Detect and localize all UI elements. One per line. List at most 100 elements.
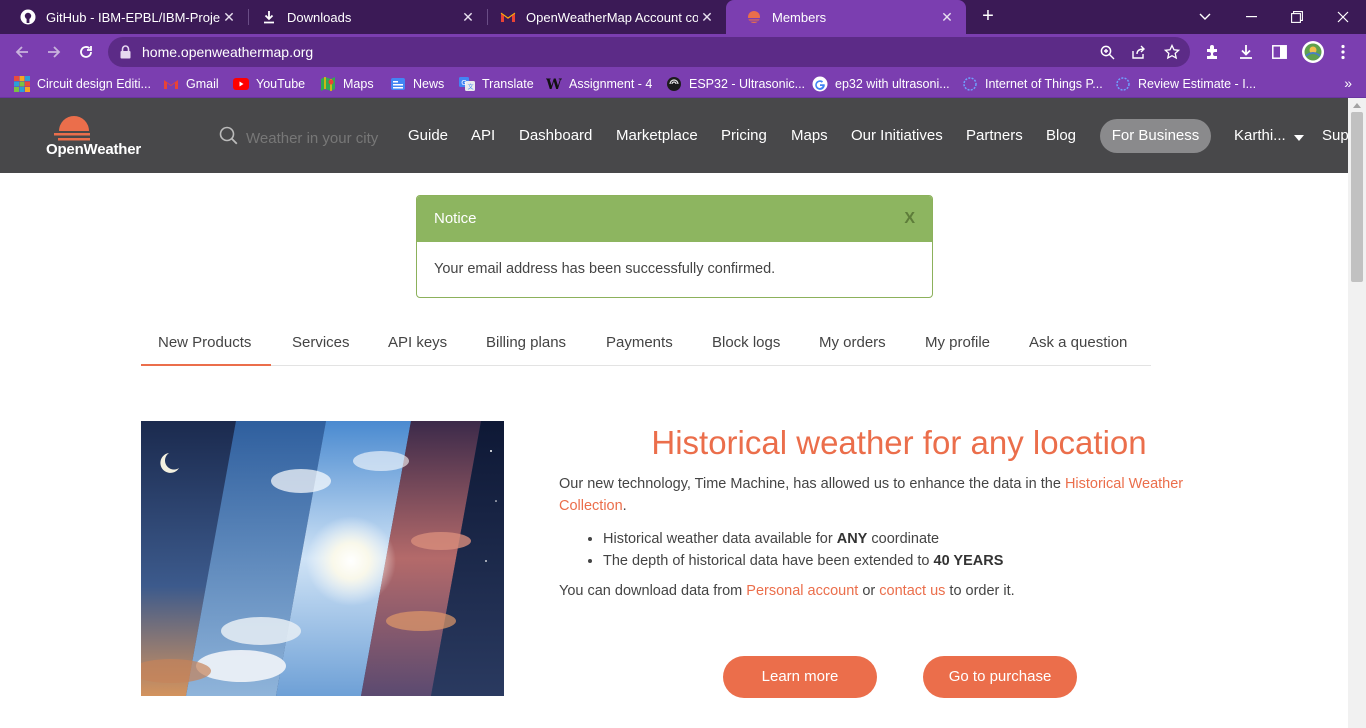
go-to-purchase-button[interactable]: Go to purchase bbox=[923, 656, 1077, 698]
bookmarks-more-icon[interactable]: » bbox=[1344, 75, 1352, 91]
search-icon[interactable] bbox=[219, 126, 238, 150]
svg-text:G: G bbox=[461, 79, 466, 87]
nav-blog[interactable]: Blog bbox=[1046, 127, 1076, 144]
downloads-icon[interactable] bbox=[1237, 43, 1255, 61]
forward-icon[interactable] bbox=[42, 40, 66, 64]
page-scrollbar[interactable] bbox=[1348, 98, 1366, 728]
nav-pricing[interactable]: Pricing bbox=[721, 127, 767, 144]
bookmark-item[interactable]: Gmail bbox=[163, 75, 219, 93]
lock-icon[interactable] bbox=[120, 45, 131, 64]
tab-block-logs[interactable]: Block logs bbox=[712, 334, 780, 351]
translate-icon: G文 bbox=[459, 76, 475, 92]
nav-support[interactable]: Sup bbox=[1322, 127, 1348, 144]
address-bar[interactable]: home.openweathermap.org bbox=[108, 37, 1190, 67]
nav-partners[interactable]: Partners bbox=[966, 127, 1023, 144]
youtube-icon bbox=[233, 76, 249, 92]
bookmark-item[interactable]: ep32 with ultrasoni... bbox=[812, 75, 950, 93]
openweather-logo[interactable]: OpenWeather bbox=[46, 114, 156, 160]
weather-sky-image bbox=[141, 421, 504, 696]
tab-my-orders[interactable]: My orders bbox=[819, 334, 886, 351]
restore-icon[interactable] bbox=[1274, 0, 1320, 34]
bookmark-item[interactable]: W Assignment - 4 bbox=[546, 75, 652, 93]
close-icon[interactable]: X bbox=[904, 210, 915, 228]
bookmark-item[interactable]: News bbox=[390, 75, 444, 93]
gmail-icon bbox=[500, 9, 516, 25]
browser-tab-gmail[interactable]: OpenWeatherMap Account confi ✕ bbox=[480, 0, 726, 34]
download-icon bbox=[261, 9, 277, 25]
ibm-icon bbox=[1115, 76, 1131, 92]
browser-toolbar: home.openweathermap.org bbox=[0, 34, 1366, 70]
svg-text:文: 文 bbox=[468, 83, 474, 91]
user-menu[interactable]: Karthi... bbox=[1234, 127, 1304, 144]
tab-services[interactable]: Services bbox=[292, 334, 350, 351]
sun-logo-icon bbox=[54, 116, 90, 141]
openweather-icon bbox=[746, 9, 762, 25]
user-name: Karthi... bbox=[1234, 127, 1286, 144]
close-window-icon[interactable] bbox=[1320, 0, 1366, 34]
extensions-icon[interactable] bbox=[1203, 43, 1221, 61]
zoom-icon[interactable] bbox=[1098, 43, 1116, 61]
browser-tab-bar: GitHub - IBM-EPBL/IBM-Project- ✕ Downloa… bbox=[0, 0, 1366, 34]
bookmarks-bar: Circuit design Editi... Gmail YouTube Ma… bbox=[0, 70, 1366, 98]
nav-guide[interactable]: Guide bbox=[408, 127, 448, 144]
reload-icon[interactable] bbox=[74, 40, 98, 64]
caret-down-icon bbox=[1293, 134, 1304, 141]
close-tab-icon[interactable]: ✕ bbox=[220, 9, 238, 26]
active-tab-indicator bbox=[141, 364, 271, 366]
github-icon bbox=[20, 9, 36, 25]
new-tab-icon[interactable]: + bbox=[976, 4, 1000, 28]
minimize-icon[interactable] bbox=[1228, 0, 1274, 34]
notice-message: Your email address has been successfully… bbox=[434, 261, 776, 277]
browser-tab-downloads[interactable]: Downloads ✕ bbox=[241, 0, 487, 34]
close-tab-icon[interactable]: ✕ bbox=[938, 9, 956, 26]
for-business-button[interactable]: For Business bbox=[1100, 119, 1211, 153]
google-icon bbox=[812, 76, 828, 92]
site-header: OpenWeather Guide API Dashboard Marketpl… bbox=[0, 98, 1348, 173]
side-panel-icon[interactable] bbox=[1270, 43, 1288, 61]
ibm-icon bbox=[962, 76, 978, 92]
list-item: Historical weather data available for AN… bbox=[603, 528, 1003, 550]
nav-dashboard[interactable]: Dashboard bbox=[519, 127, 592, 144]
nav-maps[interactable]: Maps bbox=[791, 127, 828, 144]
tab-search-icon[interactable] bbox=[1182, 0, 1228, 34]
list-item: The depth of historical data have been e… bbox=[603, 550, 1003, 572]
learn-more-button[interactable]: Learn more bbox=[723, 656, 877, 698]
tab-billing-plans[interactable]: Billing plans bbox=[486, 334, 566, 351]
nav-our-initiatives[interactable]: Our Initiatives bbox=[851, 127, 943, 144]
maps-icon bbox=[320, 76, 336, 92]
browser-tab-github[interactable]: GitHub - IBM-EPBL/IBM-Project- ✕ bbox=[0, 0, 248, 34]
personal-account-link[interactable]: Personal account bbox=[746, 583, 858, 599]
tab-api-keys[interactable]: API keys bbox=[388, 334, 447, 351]
notice-alert: Notice X Your email address has been suc… bbox=[416, 195, 933, 298]
bookmark-item[interactable]: Circuit design Editi... bbox=[14, 75, 151, 93]
bookmark-item[interactable]: YouTube bbox=[233, 75, 305, 93]
bookmark-star-icon[interactable] bbox=[1163, 43, 1181, 61]
tab-new-products[interactable]: New Products bbox=[158, 334, 251, 351]
contact-us-link[interactable]: contact us bbox=[879, 583, 945, 599]
tab-payments[interactable]: Payments bbox=[606, 334, 673, 351]
back-icon[interactable] bbox=[10, 40, 34, 64]
browser-tab-members[interactable]: Members ✕ bbox=[726, 0, 966, 34]
bookmark-item[interactable]: Internet of Things P... bbox=[962, 75, 1103, 93]
nav-api[interactable]: API bbox=[471, 127, 495, 144]
scrollbar-thumb[interactable] bbox=[1351, 112, 1363, 282]
nav-marketplace[interactable]: Marketplace bbox=[616, 127, 698, 144]
bookmark-item[interactable]: Maps bbox=[320, 75, 374, 93]
close-tab-icon[interactable]: ✕ bbox=[459, 9, 477, 26]
close-tab-icon[interactable]: ✕ bbox=[698, 9, 716, 26]
share-icon[interactable] bbox=[1130, 43, 1148, 61]
scroll-up-icon[interactable] bbox=[1353, 103, 1361, 108]
bookmark-item[interactable]: G文 Translate bbox=[459, 75, 534, 93]
notice-title: Notice bbox=[434, 210, 477, 227]
menu-dots-icon[interactable] bbox=[1334, 43, 1352, 61]
url-text: home.openweathermap.org bbox=[142, 44, 314, 60]
wordpress-icon: W bbox=[546, 76, 562, 92]
page-viewport: OpenWeather Guide API Dashboard Marketpl… bbox=[0, 98, 1348, 728]
bookmark-item[interactable]: Review Estimate - I... bbox=[1115, 75, 1256, 93]
city-search-input[interactable] bbox=[246, 129, 396, 147]
bookmark-item[interactable]: ESP32 - Ultrasonic... bbox=[666, 75, 805, 93]
city-search[interactable] bbox=[219, 126, 396, 150]
tab-my-profile[interactable]: My profile bbox=[925, 334, 990, 351]
tab-ask-a-question[interactable]: Ask a question bbox=[1029, 334, 1127, 351]
profile-avatar-icon[interactable] bbox=[1301, 40, 1325, 64]
